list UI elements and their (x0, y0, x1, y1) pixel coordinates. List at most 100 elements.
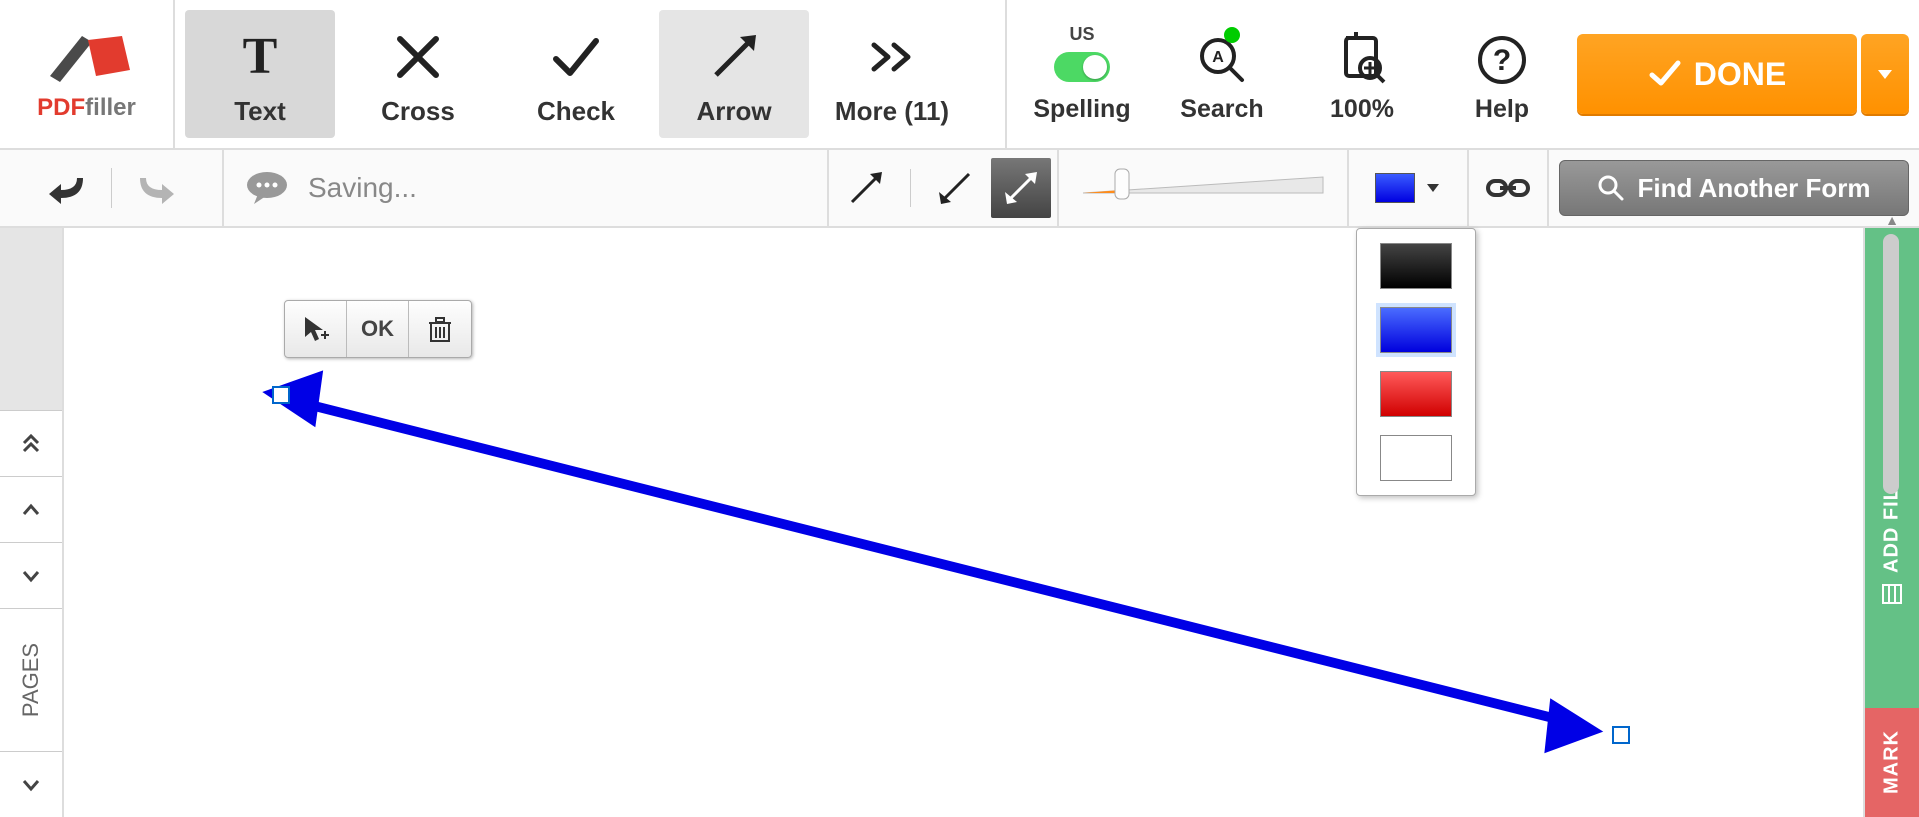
color-option-white[interactable] (1380, 435, 1452, 481)
chevron-down-icon (20, 565, 42, 587)
scroll-up-caret-icon[interactable]: ▲ (1885, 212, 1899, 228)
pdffiller-logo-icon (42, 26, 132, 86)
separator (111, 168, 112, 208)
right-tools-group: US Spelling A Search 100% ? Help (1005, 0, 1919, 148)
link-icon (1486, 173, 1530, 203)
cross-icon (390, 22, 446, 92)
help-label: Help (1475, 95, 1529, 124)
search-label: Search (1180, 95, 1263, 124)
size-slider[interactable] (1059, 150, 1349, 226)
svg-text:A: A (1212, 49, 1224, 66)
scrollbar-track[interactable] (1831, 228, 1863, 817)
left-sidebar: PAGES (0, 228, 64, 817)
caret-down-icon (1876, 65, 1894, 83)
done-check-icon (1648, 57, 1682, 91)
color-picker-button[interactable] (1349, 150, 1469, 226)
spelling-lang: US (1069, 24, 1094, 45)
svg-text:?: ? (1493, 44, 1511, 77)
find-form-group: Find Another Form (1549, 150, 1919, 226)
app-logo[interactable]: PDFfiller (0, 0, 175, 148)
pages-prev-button[interactable] (0, 477, 62, 543)
left-collapsed-panel[interactable] (0, 228, 62, 411)
done-label: DONE (1694, 56, 1786, 93)
object-mini-toolbar: OK (284, 300, 472, 358)
search-button[interactable]: A Search (1157, 10, 1287, 138)
color-option-black[interactable] (1380, 243, 1452, 289)
undo-button[interactable] (47, 170, 91, 206)
search-icon (1597, 174, 1625, 202)
pages-next-button[interactable] (0, 543, 62, 609)
find-form-label: Find Another Form (1637, 173, 1870, 204)
redo-button[interactable] (132, 170, 176, 206)
status-text: Saving... (308, 172, 417, 204)
cross-tool-button[interactable]: Cross (343, 10, 493, 138)
help-icon: ? (1474, 25, 1530, 95)
pages-expand-button[interactable] (0, 751, 62, 817)
arrow-double-button[interactable] (991, 158, 1051, 218)
zoom-label: 100% (1330, 95, 1394, 124)
link-button[interactable] (1469, 150, 1549, 226)
move-cursor-icon (301, 315, 331, 343)
color-dropdown-menu (1356, 228, 1476, 496)
confirm-button[interactable]: OK (347, 301, 409, 357)
arrow-tool-label: Arrow (696, 96, 771, 127)
zoom-button[interactable]: 100% (1297, 10, 1427, 138)
done-button[interactable]: DONE (1577, 34, 1857, 114)
color-option-red[interactable] (1380, 371, 1452, 417)
chevron-up-icon (20, 499, 42, 521)
check-icon (548, 22, 604, 92)
comment-icon[interactable] (244, 170, 290, 206)
search-icon: A (1194, 32, 1250, 88)
chevron-down-icon (20, 774, 42, 796)
main-toolbar: PDFfiller T Text Cross Check Arrow (0, 0, 1919, 150)
cross-tool-label: Cross (381, 96, 455, 127)
scrollbar-thumb[interactable] (1883, 234, 1899, 494)
selection-handle-start[interactable] (272, 386, 290, 404)
ok-label: OK (361, 316, 394, 342)
pages-navigator: PAGES (0, 411, 62, 817)
arrow-double-icon (1001, 168, 1041, 208)
svg-text:T: T (243, 29, 278, 85)
mark-tab[interactable]: MARK (1865, 708, 1919, 817)
brand-text: PDFfiller (37, 94, 136, 122)
check-tool-button[interactable]: Check (501, 10, 651, 138)
arrow-single-sw-button[interactable] (925, 158, 985, 218)
pages-label: PAGES (18, 643, 44, 717)
status-bar: Saving... (224, 150, 829, 226)
move-handle-button[interactable] (285, 301, 347, 357)
pages-first-button[interactable] (0, 411, 62, 477)
trash-icon (427, 315, 453, 343)
separator (910, 169, 911, 207)
help-button[interactable]: ? Help (1437, 10, 1567, 138)
arrow-tool-button[interactable]: Arrow (659, 10, 809, 138)
spelling-label: Spelling (1033, 95, 1130, 124)
arrow-single-ne-button[interactable] (836, 158, 896, 218)
sub-toolbar: Saving... Find Anot (0, 150, 1919, 228)
check-tool-label: Check (537, 96, 615, 127)
color-current-swatch (1375, 173, 1415, 203)
done-dropdown-button[interactable] (1861, 34, 1909, 114)
more-tools-button[interactable]: More (11) (817, 10, 967, 138)
find-another-form-button[interactable]: Find Another Form (1559, 160, 1909, 216)
undo-redo-group (0, 150, 224, 226)
size-slider-icon (1073, 163, 1333, 213)
zoom-icon (1334, 25, 1390, 95)
notification-dot-icon (1224, 27, 1240, 43)
edit-tools-group: T Text Cross Check Arrow Mo (175, 0, 977, 148)
arrow-icon (706, 22, 762, 92)
arrow-ne-icon (846, 168, 886, 208)
text-tool-button[interactable]: T Text (185, 10, 335, 138)
more-tools-label: More (11) (835, 96, 949, 127)
color-option-blue[interactable] (1380, 307, 1452, 353)
selection-handle-end[interactable] (1612, 726, 1630, 744)
spelling-button[interactable]: US Spelling (1017, 10, 1147, 138)
arrow-style-group (829, 150, 1059, 226)
document-canvas[interactable]: OK (64, 228, 1831, 817)
arrow-sw-icon (935, 168, 975, 208)
form-icon (1881, 583, 1903, 605)
text-icon: T (232, 22, 288, 92)
spelling-toggle-icon[interactable] (1054, 52, 1110, 82)
more-icon (864, 22, 920, 92)
delete-button[interactable] (409, 301, 471, 357)
mark-tab-label: MARK (1881, 731, 1904, 795)
